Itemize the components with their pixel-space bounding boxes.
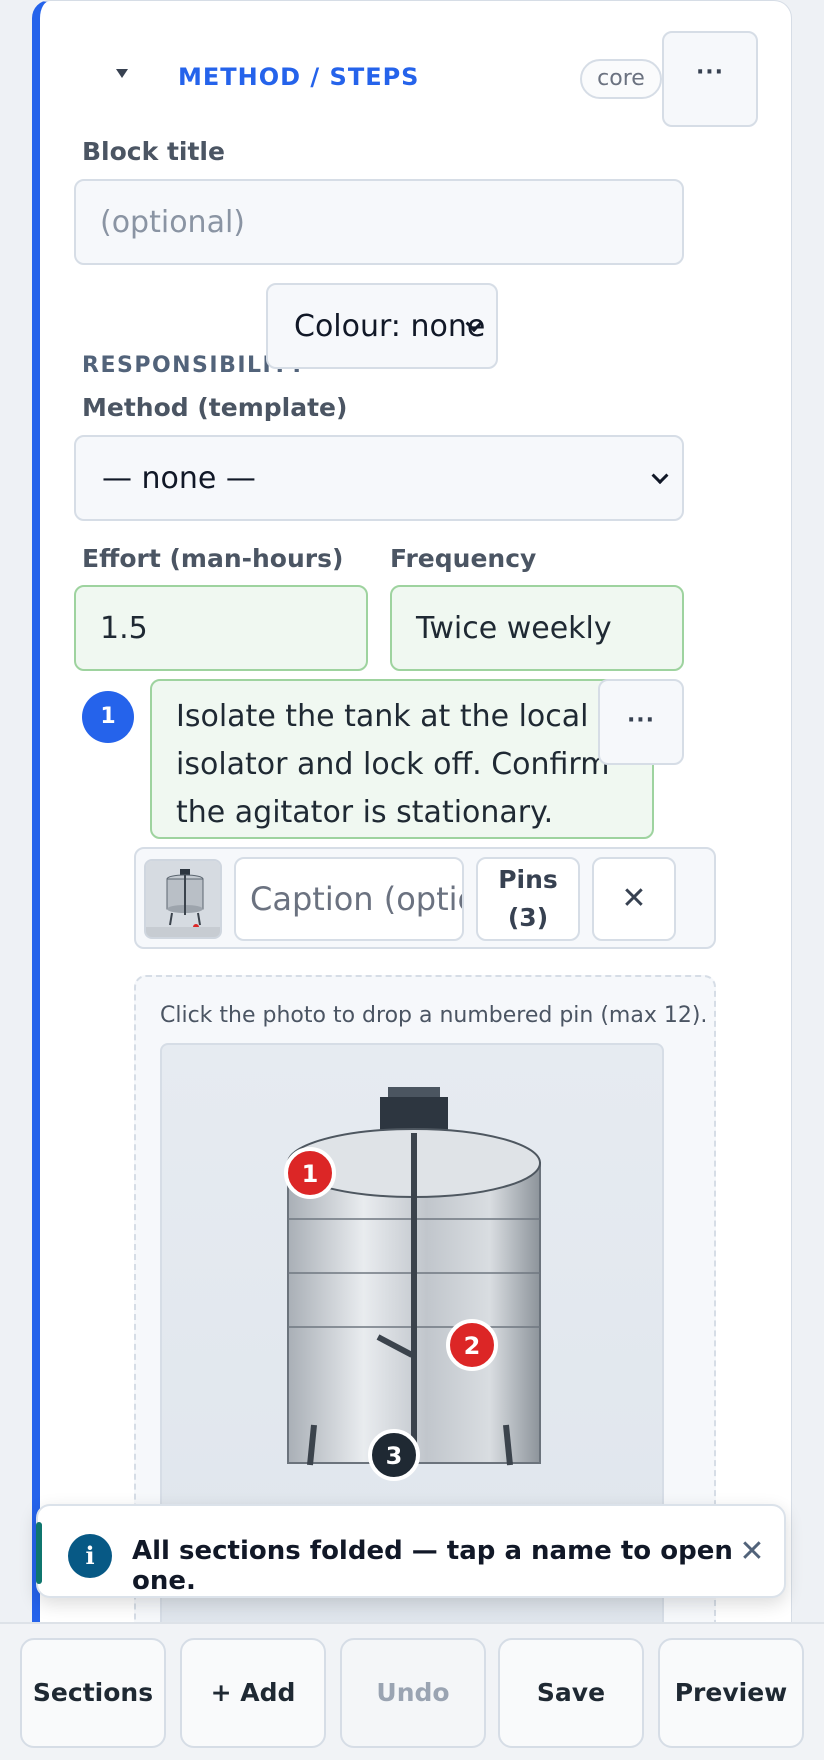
pins-button[interactable]: Pins (3) — [476, 857, 580, 941]
step-photo-row: Caption (optional) Pins (3) ✕ — [134, 847, 716, 949]
save-button[interactable]: Save — [498, 1638, 644, 1748]
effort-label: Effort (man-hours) — [82, 544, 344, 573]
caret-down-icon[interactable] — [116, 69, 128, 78]
pins-count: (3) — [507, 903, 549, 932]
toast-message: All sections folded — tap a name to open… — [132, 1536, 733, 1596]
method-template-select[interactable]: — none — — [74, 435, 684, 521]
section-more-button[interactable]: ··· — [662, 31, 758, 127]
preview-button[interactable]: Preview — [658, 1638, 804, 1748]
pin-label: 2 — [464, 1332, 481, 1360]
block-title-input[interactable]: (optional) — [74, 179, 684, 265]
method-steps-section: METHOD / STEPS core ··· Block title (opt… — [32, 0, 792, 1640]
pin-marker[interactable]: 3 — [368, 1429, 420, 1481]
effort-input[interactable]: 1.5 — [74, 585, 368, 671]
step-more-button[interactable]: ··· — [598, 679, 684, 765]
responsibility-colour-select[interactable]: Colour: none — [266, 283, 498, 369]
photo-caption-input[interactable]: Caption (optional) — [234, 857, 464, 941]
pin-label: 1 — [302, 1160, 319, 1188]
info-toast: i All sections folded — tap a name to op… — [36, 1504, 786, 1598]
pin-label: 3 — [386, 1442, 403, 1470]
pin-marker[interactable]: 2 — [446, 1319, 498, 1371]
undo-button[interactable]: Undo — [340, 1638, 486, 1748]
pins-button-label: Pins — [498, 865, 558, 894]
toast-accent — [36, 1522, 42, 1584]
bottom-toolbar: Sections + Add Undo Save Preview — [0, 1622, 824, 1760]
section-title[interactable]: METHOD / STEPS — [178, 63, 419, 91]
photo-thumbnail[interactable] — [144, 859, 222, 939]
responsibility-colour-value: Colour: none — [294, 308, 486, 344]
remove-photo-button[interactable]: ✕ — [592, 857, 676, 941]
info-icon: i — [68, 1534, 112, 1578]
core-badge: core — [580, 59, 662, 99]
close-icon[interactable]: ✕ — [732, 1530, 772, 1574]
chevron-down-icon — [651, 467, 669, 485]
step-number-badge: 1 — [82, 691, 134, 743]
sections-button[interactable]: Sections — [20, 1638, 166, 1748]
frequency-input[interactable]: Twice weekly — [390, 585, 684, 671]
step-text-input[interactable]: Isolate the tank at the local isolator a… — [150, 679, 654, 839]
pin-hint-text: Click the photo to drop a numbered pin (… — [160, 1003, 708, 1028]
frequency-label: Frequency — [390, 544, 537, 573]
section-header: METHOD / STEPS core ··· — [40, 29, 791, 127]
method-template-value: — none — — [102, 460, 256, 496]
add-button[interactable]: + Add — [180, 1638, 326, 1748]
method-template-label: Method (template) — [82, 393, 348, 422]
block-title-label: Block title — [82, 137, 225, 166]
pin-marker[interactable]: 1 — [284, 1147, 336, 1199]
